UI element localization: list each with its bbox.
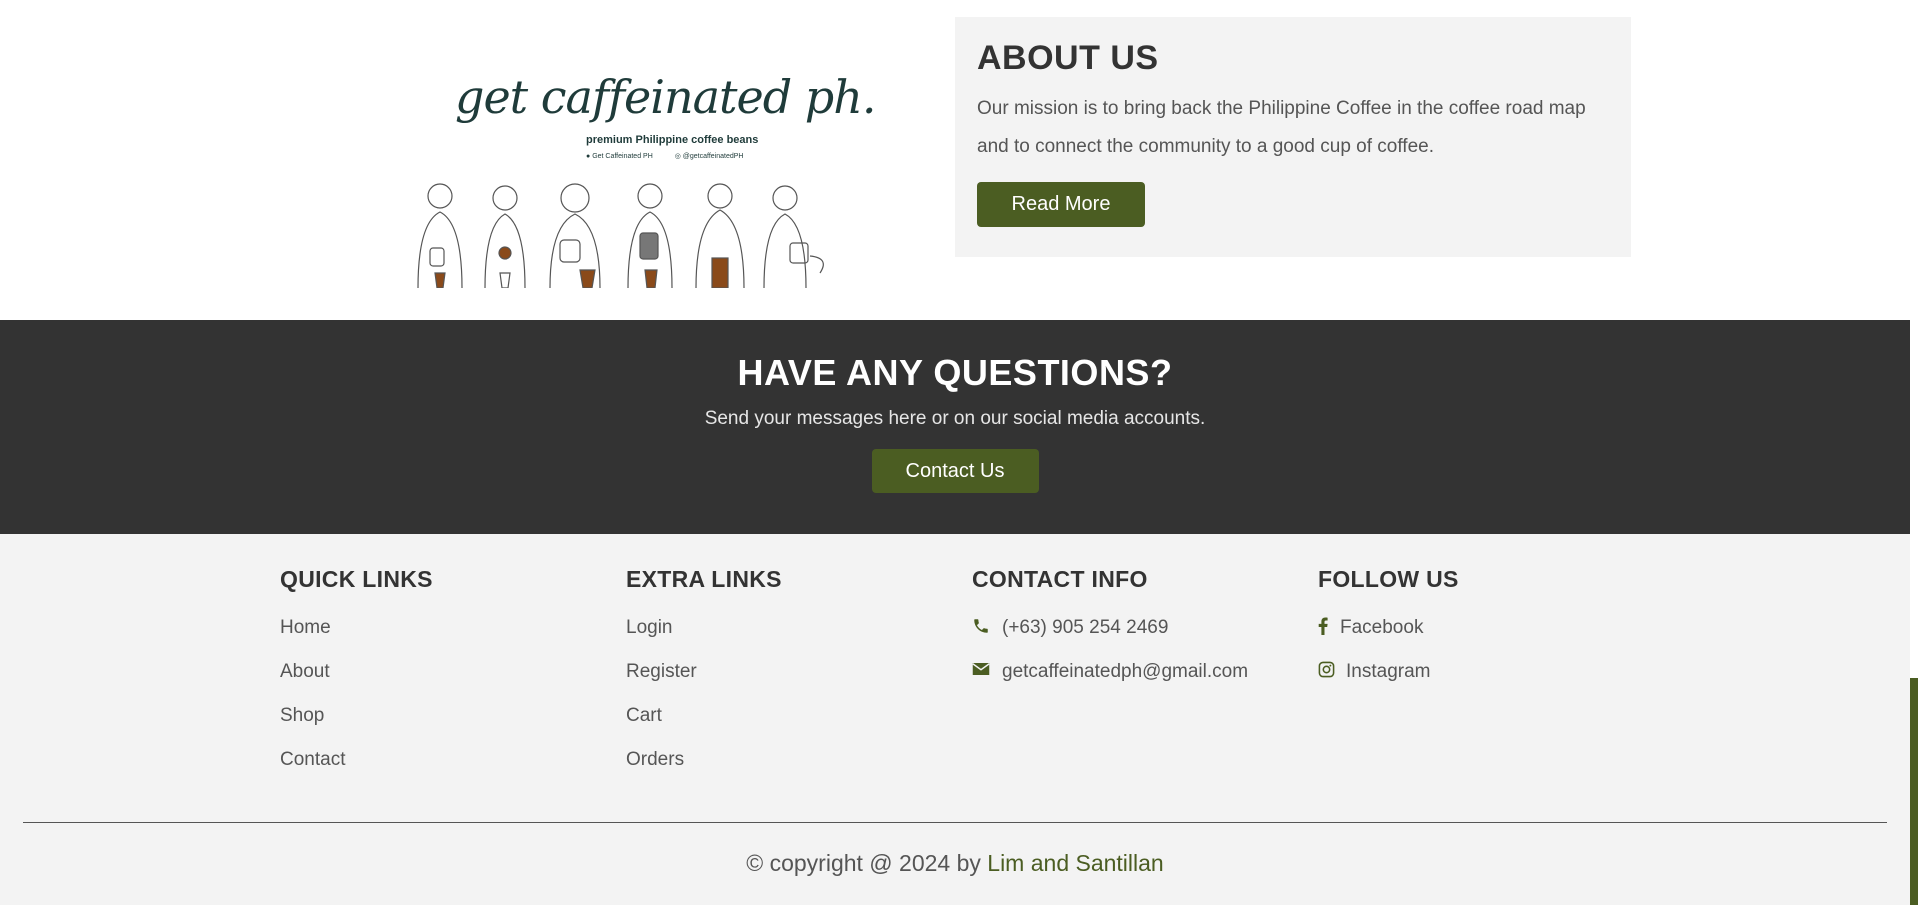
extra-links-title: EXTRA LINKS <box>626 566 782 592</box>
footer-link-about[interactable]: About <box>280 661 433 705</box>
logo-tagline: premium Philippine coffee beans <box>586 134 759 146</box>
footer-link-home[interactable]: Home <box>280 617 433 661</box>
questions-text: Send your messages here or on our social… <box>704 408 1206 429</box>
quick-links-title: QUICK LINKS <box>280 566 433 592</box>
read-more-button[interactable]: Read More <box>977 182 1145 227</box>
questions-section: HAVE ANY QUESTIONS? Send your messages h… <box>0 320 1910 534</box>
follow-us-column: FOLLOW US Facebook Instagram <box>1318 566 1459 705</box>
contact-us-button[interactable]: Contact Us <box>871 449 1039 493</box>
about-box: ABOUT US Our mission is to bring back th… <box>955 17 1631 257</box>
footer-link-register[interactable]: Register <box>626 661 782 705</box>
footer-link-cart[interactable]: Cart <box>626 705 782 749</box>
follow-instagram-label: Instagram <box>1346 661 1431 682</box>
footer-link-orders[interactable]: Orders <box>626 749 782 793</box>
footer-link-shop[interactable]: Shop <box>280 705 433 749</box>
footer: QUICK LINKS Home About Shop Contact EXTR… <box>0 534 1910 905</box>
questions-title: HAVE ANY QUESTIONS? <box>737 352 1173 393</box>
contact-email[interactable]: getcaffeinatedph@gmail.com <box>972 661 1248 705</box>
envelope-icon <box>972 661 992 682</box>
footer-divider <box>23 822 1887 823</box>
baristas-illustration <box>417 183 824 288</box>
contact-info-title: CONTACT INFO <box>972 566 1148 592</box>
follow-facebook-label: Facebook <box>1340 617 1424 638</box>
follow-instagram[interactable]: Instagram <box>1318 661 1459 705</box>
copyright-author: Lim and Santillan <box>987 850 1164 876</box>
brand-logo: get caffeinated ph. premium Philippine c… <box>400 70 876 290</box>
about-text: Our mission is to bring back the Philipp… <box>977 98 1586 157</box>
contact-info-column: CONTACT INFO (+63) 905 254 2469 getcaffe… <box>972 566 1248 705</box>
phone-icon <box>972 617 992 640</box>
logo-facebook: ● Get Caffeinated PH <box>586 153 653 160</box>
contact-phone-label: (+63) 905 254 2469 <box>1002 617 1169 638</box>
copyright: © copyright @ 2024 by Lim and Santillan <box>0 850 1910 877</box>
follow-facebook[interactable]: Facebook <box>1318 617 1459 661</box>
footer-link-contact[interactable]: Contact <box>280 749 433 793</box>
extra-links-column: EXTRA LINKS Login Register Cart Orders <box>626 566 782 793</box>
about-title: ABOUT US <box>977 39 1159 77</box>
logo-socials: ● Get Caffeinated PH ◎ @getcaffeinatedPH <box>586 152 763 160</box>
about-section: get caffeinated ph. premium Philippine c… <box>0 0 1910 320</box>
facebook-icon <box>1318 617 1330 640</box>
logo-instagram: ◎ @getcaffeinatedPH <box>674 153 744 160</box>
copyright-text: © copyright @ 2024 by <box>746 850 981 876</box>
instagram-icon <box>1318 661 1336 683</box>
quick-links-column: QUICK LINKS Home About Shop Contact <box>280 566 433 793</box>
follow-us-title: FOLLOW US <box>1318 566 1459 592</box>
contact-phone[interactable]: (+63) 905 254 2469 <box>972 617 1248 661</box>
logo-script: get caffeinated ph. <box>455 70 876 124</box>
footer-link-login[interactable]: Login <box>626 617 782 661</box>
scrollbar-thumb[interactable] <box>1910 678 1918 905</box>
contact-email-label: getcaffeinatedph@gmail.com <box>1002 661 1249 682</box>
